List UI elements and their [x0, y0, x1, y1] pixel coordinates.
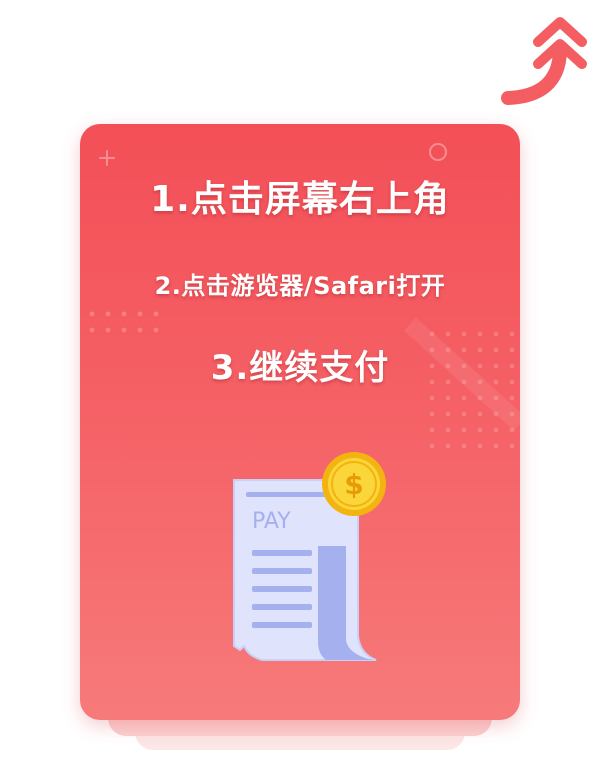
instruction-card: 1.点击屏幕右上角 2.点击游览器/Safari打开 3.继续支付 PAY $ [80, 124, 520, 720]
browser-open-guide: 1.点击屏幕右上角 2.点击游览器/Safari打开 3.继续支付 PAY $ [0, 0, 600, 758]
instruction-step-1: 1.点击屏幕右上角 [150, 179, 450, 220]
pay-illustration: PAY $ [233, 452, 386, 661]
instruction-step-2: 2.点击游览器/Safari打开 [154, 272, 446, 300]
instruction-step-3: 3.继续支付 [210, 348, 390, 388]
receipt-label: PAY [252, 509, 291, 534]
up-arrow-icon [501, 17, 587, 105]
coin-symbol: $ [344, 468, 363, 501]
dollar-coin-icon: $ [322, 452, 386, 516]
